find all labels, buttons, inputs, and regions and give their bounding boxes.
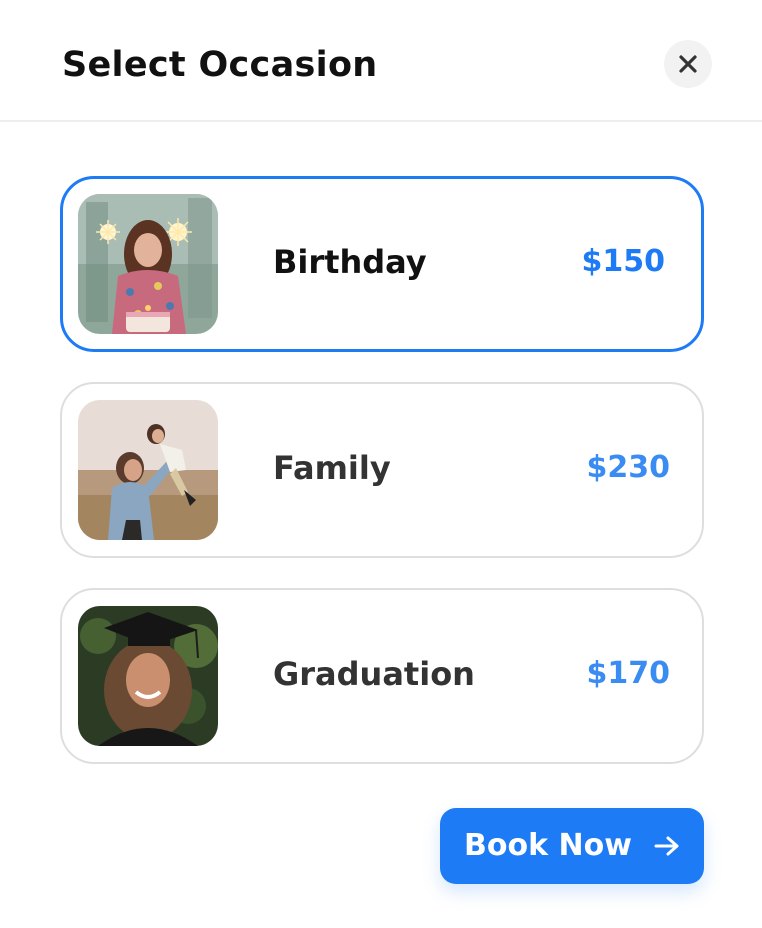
occasion-label: Graduation [273,655,475,693]
graduation-photo [78,606,218,746]
occasion-price: $170 [586,656,671,691]
occasion-price: $150 [581,244,666,279]
occasion-dialog: Select Occasion Birthday $150 Family $23… [0,0,762,928]
occasion-price: $230 [586,450,671,485]
occasion-option-birthday[interactable]: Birthday $150 [60,176,704,352]
occasion-label: Family [273,449,391,487]
close-icon [679,55,697,73]
book-now-label: Book Now [464,828,632,863]
book-now-button[interactable]: Book Now [440,808,704,884]
birthday-photo [78,194,218,334]
family-photo [78,400,218,540]
occasion-option-family[interactable]: Family $230 [60,382,704,558]
occasion-option-graduation[interactable]: Graduation $170 [60,588,704,764]
occasion-label: Birthday [273,243,427,281]
close-button[interactable] [664,40,712,88]
dialog-header: Select Occasion [0,0,762,122]
arrow-right-icon [654,835,680,857]
dialog-title: Select Occasion [62,45,378,85]
